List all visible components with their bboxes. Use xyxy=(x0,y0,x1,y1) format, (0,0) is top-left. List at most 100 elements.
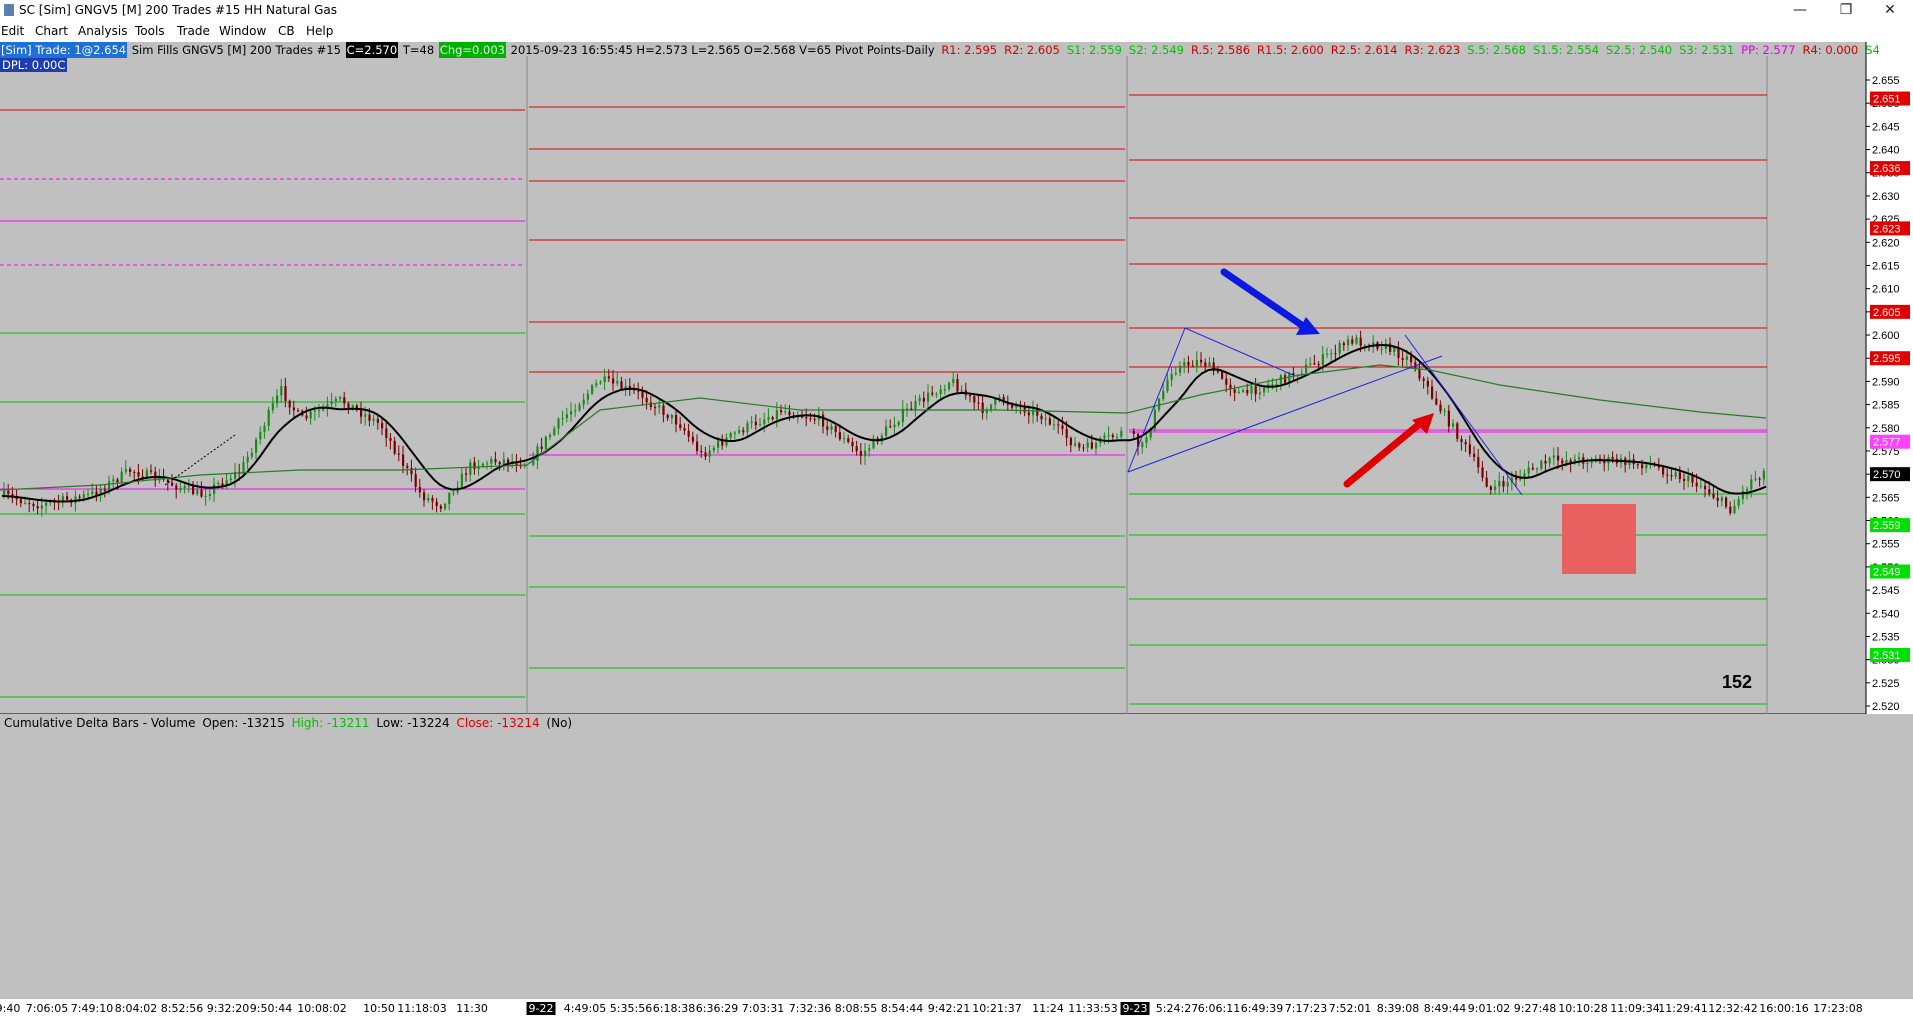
bar-stats: 2015-09-23 16:55:45 H=2.573 L=2.565 O=2.… xyxy=(510,43,935,57)
price-chart[interactable]: 1522.6552.6502.6452.6402.6352.6302.6252.… xyxy=(0,42,1913,714)
candle-body xyxy=(759,424,762,426)
candle-body xyxy=(536,446,539,461)
lower-panel-header: Cumulative Delta Bars - Volume Open: -13… xyxy=(4,716,575,730)
price-tick-label: 2.565 xyxy=(1872,492,1900,504)
candle-body xyxy=(423,492,426,501)
candle-body xyxy=(1527,467,1530,474)
candle-body xyxy=(372,418,375,421)
candle-body xyxy=(679,424,682,429)
candle-body xyxy=(389,437,392,441)
candle-body xyxy=(641,391,644,398)
menu-chart[interactable]: Chart xyxy=(35,24,68,38)
candle-body xyxy=(339,397,342,399)
candle-body xyxy=(708,450,711,457)
minimize-button[interactable]: — xyxy=(1777,0,1823,22)
candle-body xyxy=(297,410,300,412)
candle-body xyxy=(1435,398,1438,405)
menu-tools[interactable]: Tools xyxy=(135,24,165,38)
price-tick-label: 2.580 xyxy=(1872,423,1900,435)
candle-body xyxy=(1111,435,1114,438)
candle-body xyxy=(1515,477,1518,480)
time-label: 10:10:28 xyxy=(1558,1002,1608,1015)
candle-body xyxy=(1141,442,1144,447)
candle-body xyxy=(1666,474,1669,476)
candle-body xyxy=(885,426,888,436)
sim-fills-label: Sim Fills GNGV5 [M] 200 Trades #15 xyxy=(131,43,341,57)
price-marker-label: 2.605 xyxy=(1873,307,1901,319)
menu-cb[interactable]: CB xyxy=(278,24,295,38)
candle-body xyxy=(179,487,182,490)
candle-body xyxy=(175,485,178,490)
close-value: C=2.570 xyxy=(345,42,399,58)
candle-body xyxy=(229,478,232,481)
time-axis[interactable]: 9:407:06:057:49:108:04:028:52:569:32:209… xyxy=(0,998,1913,1018)
close-button[interactable]: ✕ xyxy=(1867,0,1913,22)
time-label: 8:52:56 xyxy=(160,1002,204,1015)
time-label: 17:23:08 xyxy=(1813,1002,1863,1015)
candle-body xyxy=(271,403,274,411)
candle-body xyxy=(1086,442,1089,448)
maximize-button[interactable]: ❐ xyxy=(1823,0,1869,22)
candle-body xyxy=(376,418,379,423)
candle-body xyxy=(1405,356,1408,360)
candle-body xyxy=(1531,467,1534,470)
candle-body xyxy=(32,503,35,507)
candle-body xyxy=(498,462,501,465)
candle-body xyxy=(738,430,741,433)
candle-body xyxy=(1187,362,1190,366)
candle-body xyxy=(284,386,287,401)
pivot-value: S1: 2.559 xyxy=(1066,43,1122,57)
candle-body xyxy=(288,400,291,408)
time-label: 8:54:44 xyxy=(880,1002,924,1015)
candle-body xyxy=(977,402,980,404)
candle-body xyxy=(1544,460,1547,464)
candle-body xyxy=(843,438,846,440)
candle-body xyxy=(784,411,787,413)
candle-body xyxy=(763,419,766,425)
time-label: 16:00:16 xyxy=(1759,1002,1809,1015)
price-marker-label: 2.570 xyxy=(1873,469,1901,481)
pivot-value: S3: 2.531 xyxy=(1679,43,1735,57)
price-tick-label: 2.585 xyxy=(1872,400,1900,412)
price-marker-label: 2.559 xyxy=(1873,520,1901,532)
candle-body xyxy=(1460,438,1463,443)
date-marker: 9-23 xyxy=(1120,1002,1150,1015)
candle-body xyxy=(502,459,505,465)
candle-body xyxy=(654,407,657,409)
candle-body xyxy=(1393,347,1396,352)
candle-body xyxy=(406,465,409,468)
candle-body xyxy=(1422,378,1425,381)
candle-body xyxy=(267,410,270,426)
candle-body xyxy=(246,456,249,463)
candle-body xyxy=(1061,425,1064,429)
time-label: 11:33:53 xyxy=(1068,1002,1118,1015)
menu-edit[interactable]: Edit xyxy=(1,24,24,38)
candle-body xyxy=(1439,404,1442,412)
price-tick-label: 2.555 xyxy=(1872,539,1900,551)
candle-body xyxy=(1074,443,1077,446)
menu-analysis[interactable]: Analysis xyxy=(78,24,127,38)
candle-body xyxy=(1334,353,1337,355)
candle-body xyxy=(721,440,724,446)
menu-window[interactable]: Window xyxy=(219,24,266,38)
time-label: 6:18:38 xyxy=(652,1002,696,1015)
candle-body xyxy=(750,421,753,424)
menu-trade[interactable]: Trade xyxy=(177,24,210,38)
candle-body xyxy=(217,483,220,485)
candle-body xyxy=(460,473,463,488)
candle-body xyxy=(318,410,321,412)
candle-body xyxy=(1355,337,1358,344)
candle-body xyxy=(897,421,900,425)
candle-body xyxy=(1443,410,1446,412)
candle-body xyxy=(540,446,543,449)
price-tick-label: 2.590 xyxy=(1872,376,1900,388)
candle-body xyxy=(985,410,988,414)
candle-body xyxy=(66,496,69,500)
menu-help[interactable]: Help xyxy=(306,24,333,38)
study-close: Close: -13214 xyxy=(456,716,540,730)
time-label: 8:49:44 xyxy=(1423,1002,1467,1015)
candle-body xyxy=(45,502,48,506)
candle-body xyxy=(813,419,816,421)
candle-body xyxy=(1716,497,1719,501)
candle-body xyxy=(439,506,442,509)
